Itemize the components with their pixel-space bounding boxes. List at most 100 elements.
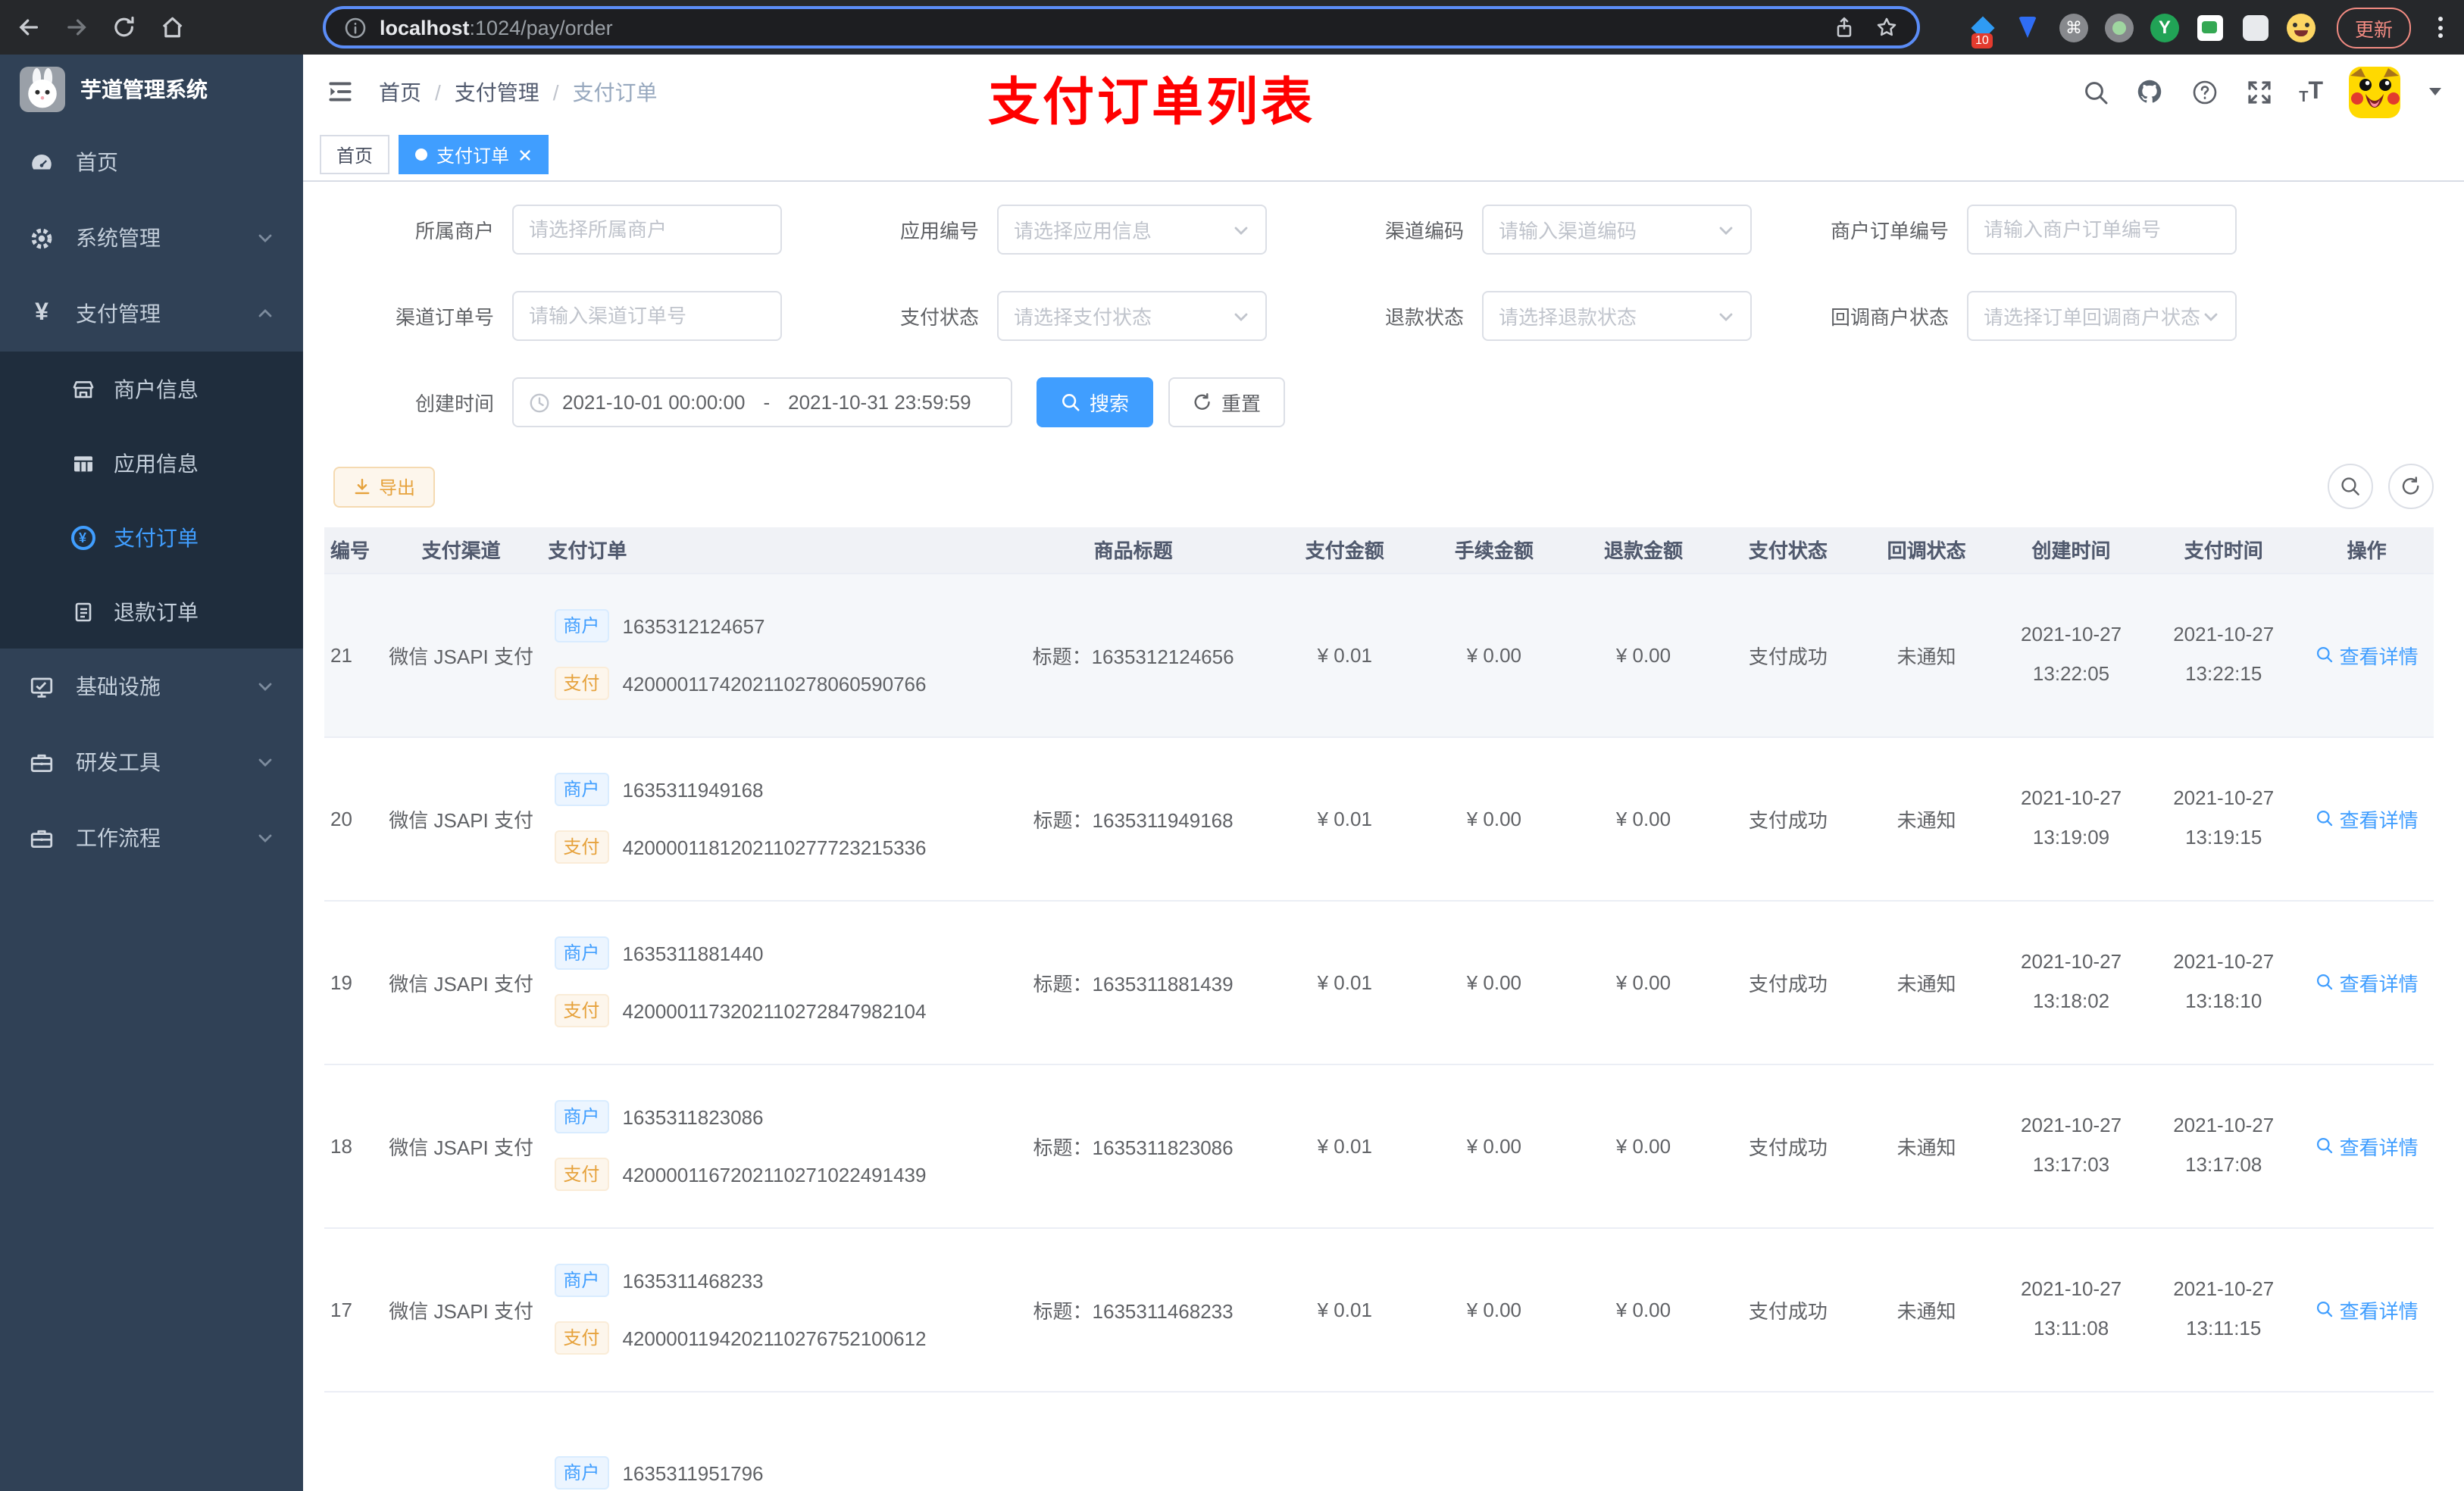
cell-refund: ¥ 0.00 bbox=[1568, 573, 1718, 737]
help-icon[interactable] bbox=[2190, 77, 2219, 106]
table-row[interactable]: 19 微信 JSAPI 支付 商户 1635311881440 支付 4200001… bbox=[324, 900, 2434, 1064]
cell-pay-status: 支付成功 bbox=[1718, 736, 1859, 901]
chevron-down-icon[interactable] bbox=[2429, 88, 2441, 95]
extension-command-icon[interactable]: ⌘ bbox=[2059, 13, 2088, 42]
cell-notify-status: 未通知 bbox=[1858, 573, 1995, 737]
cell-created: 2021-10-27 13:19:09 bbox=[2021, 786, 2122, 849]
notify-status-select[interactable]: 请选择订单回调商户状态 bbox=[1967, 291, 2237, 341]
reload-icon[interactable] bbox=[111, 14, 138, 41]
extension-chat-icon[interactable] bbox=[2196, 13, 2225, 42]
sidebar-item-payment[interactable]: ¥ 支付管理 bbox=[0, 276, 303, 352]
url-bar[interactable]: localhost:1024/pay/order bbox=[322, 6, 1920, 48]
sidebar-item-label: 系统管理 bbox=[76, 226, 161, 250]
fullscreen-icon[interactable] bbox=[2244, 77, 2273, 106]
pay-badge: 支付 bbox=[554, 667, 609, 700]
sidebar-item-workflow[interactable]: 工作流程 bbox=[0, 800, 303, 876]
cell-paid: 2021-10-27 13:17:08 bbox=[2173, 1114, 2275, 1176]
cell-order: 商户 1635311468233 支付 4200001194202110276752… bbox=[548, 1264, 990, 1355]
bookmark-star-icon[interactable] bbox=[1875, 15, 1899, 39]
tab-label: 支付订单 bbox=[436, 145, 510, 166]
cell-created: 2021-10-27 13:17:03 bbox=[2021, 1114, 2122, 1176]
view-detail-link[interactable]: 查看详情 bbox=[2315, 1131, 2419, 1160]
yen-circle-icon: ¥ bbox=[70, 524, 95, 550]
tab-pay-order[interactable]: 支付订单 bbox=[399, 135, 549, 174]
filter-label: 回调商户状态 bbox=[1830, 306, 1949, 329]
sidebar-toggle-icon[interactable] bbox=[326, 77, 355, 106]
range-separator: - bbox=[763, 391, 771, 414]
info-icon[interactable] bbox=[343, 16, 366, 39]
cell-amount: ¥ 0.01 bbox=[1270, 1064, 1420, 1228]
cell-fee: ¥ 0.00 bbox=[1419, 573, 1569, 737]
search-icon[interactable] bbox=[2081, 77, 2109, 106]
table-row[interactable]: 17 微信 JSAPI 支付 商户 1635311468233 支付 4200001… bbox=[324, 1227, 2434, 1392]
sidebar-item-app-info[interactable]: 应用信息 bbox=[0, 426, 303, 500]
cell-id: 21 bbox=[324, 573, 380, 737]
reset-button-label: 重置 bbox=[1221, 392, 1262, 415]
show-search-button[interactable] bbox=[2328, 464, 2373, 509]
view-detail-link[interactable]: 查看详情 bbox=[2315, 1295, 2419, 1324]
reset-button[interactable]: 重置 bbox=[1168, 377, 1286, 427]
merchant-no: 1635311951796 bbox=[622, 1461, 764, 1484]
search-button[interactable]: 搜索 bbox=[1037, 377, 1154, 427]
logo[interactable]: 芋道管理系统 bbox=[0, 55, 303, 124]
merchant-order-no-input[interactable] bbox=[1967, 205, 2237, 255]
home-icon[interactable] bbox=[159, 14, 186, 41]
app-select[interactable]: 请选择应用信息 bbox=[997, 205, 1267, 255]
search-icon bbox=[2316, 810, 2332, 827]
refund-status-select[interactable]: 请选择退款状态 bbox=[1482, 291, 1752, 341]
table-row[interactable]: 21 微信 JSAPI 支付 商户 1635312124657 支付 4200001… bbox=[324, 573, 2434, 737]
browser-menu-icon[interactable] bbox=[2432, 17, 2449, 38]
sidebar-item-pay-order[interactable]: ¥ 支付订单 bbox=[0, 500, 303, 574]
pay-status-select[interactable]: 请选择支付状态 bbox=[997, 291, 1267, 341]
export-button[interactable]: 导出 bbox=[333, 466, 436, 507]
payment-submenu: 商户信息 应用信息 ¥ 支付订单 退款订单 bbox=[0, 352, 303, 649]
channel-code-select[interactable]: 请输入渠道编码 bbox=[1482, 205, 1752, 255]
browser-profile-avatar[interactable] bbox=[2286, 13, 2315, 42]
filter-label: 渠道编码 bbox=[1384, 220, 1464, 242]
sidebar-item-dev-tools[interactable]: 研发工具 bbox=[0, 724, 303, 800]
table-row-partial[interactable]: 商户 1635311951796 bbox=[324, 1391, 2434, 1491]
forward-icon[interactable] bbox=[63, 14, 89, 41]
col-title: 商品标题 bbox=[996, 527, 1271, 574]
github-icon[interactable] bbox=[2135, 77, 2164, 106]
font-size-icon[interactable]: TT bbox=[2299, 78, 2323, 105]
extension-gem-icon[interactable] bbox=[2014, 13, 2043, 42]
share-icon[interactable] bbox=[1832, 15, 1856, 39]
table-row[interactable]: 18 微信 JSAPI 支付 商户 1635311823086 支付 4200001… bbox=[324, 1064, 2434, 1228]
extension-y-icon[interactable]: Y bbox=[2150, 13, 2179, 42]
breadcrumb-pay[interactable]: 支付管理 bbox=[455, 77, 539, 107]
cell-order: 商户 1635311823086 支付 4200001167202110271022… bbox=[548, 1100, 990, 1191]
view-detail-link[interactable]: 查看详情 bbox=[2315, 967, 2419, 996]
user-avatar[interactable] bbox=[2349, 66, 2400, 117]
channel-order-no-input[interactable] bbox=[512, 291, 782, 341]
sidebar-item-merchant-info[interactable]: 商户信息 bbox=[0, 352, 303, 426]
view-detail-link[interactable]: 查看详情 bbox=[2315, 640, 2419, 669]
cell-refund: ¥ 0.00 bbox=[1568, 900, 1718, 1064]
extensions-puzzle-icon[interactable] bbox=[2241, 13, 2270, 42]
merchant-select[interactable] bbox=[512, 205, 782, 255]
placeholder-text: 请选择订单回调商户状态 bbox=[1984, 306, 2201, 329]
sidebar-item-system[interactable]: 系统管理 bbox=[0, 200, 303, 276]
cell-pay-status: 支付成功 bbox=[1718, 900, 1859, 1064]
refresh-table-button[interactable] bbox=[2388, 464, 2434, 509]
create-time-range-picker[interactable]: 2021-10-01 00:00:00 - 2021-10-31 23:59:5… bbox=[512, 377, 1012, 427]
breadcrumb-home[interactable]: 首页 bbox=[379, 77, 421, 107]
placeholder-text: 请输入渠道编码 bbox=[1499, 220, 1637, 242]
extension-record-icon[interactable] bbox=[2104, 13, 2134, 42]
table-row[interactable]: 20 微信 JSAPI 支付 商户 1635311949168 支付 4200001… bbox=[324, 736, 2434, 901]
orders-table: 编号 支付渠道 支付订单 商品标题 支付金额 手续金额 退款金额 支付状态 回调… bbox=[324, 527, 2434, 1491]
close-icon[interactable] bbox=[518, 148, 532, 161]
sidebar-item-refund-order[interactable]: 退款订单 bbox=[0, 574, 303, 649]
back-icon[interactable] bbox=[15, 14, 42, 41]
view-detail-link[interactable]: 查看详情 bbox=[2315, 804, 2419, 833]
cell-channel: 微信 JSAPI 支付 bbox=[380, 900, 543, 1064]
col-actions: 操作 bbox=[2300, 527, 2434, 574]
browser-update-button[interactable]: 更新 bbox=[2336, 7, 2411, 48]
search-icon bbox=[2316, 646, 2332, 663]
sidebar-item-home[interactable]: 首页 bbox=[0, 124, 303, 200]
extension-diamond-icon[interactable]: 10 bbox=[1968, 13, 1997, 48]
tab-home[interactable]: 首页 bbox=[320, 135, 390, 174]
sidebar-item-infrastructure[interactable]: 基础设施 bbox=[0, 649, 303, 724]
filter-label: 支付状态 bbox=[899, 306, 979, 329]
pay-no: 4200001181202110277723215336 bbox=[622, 836, 927, 858]
